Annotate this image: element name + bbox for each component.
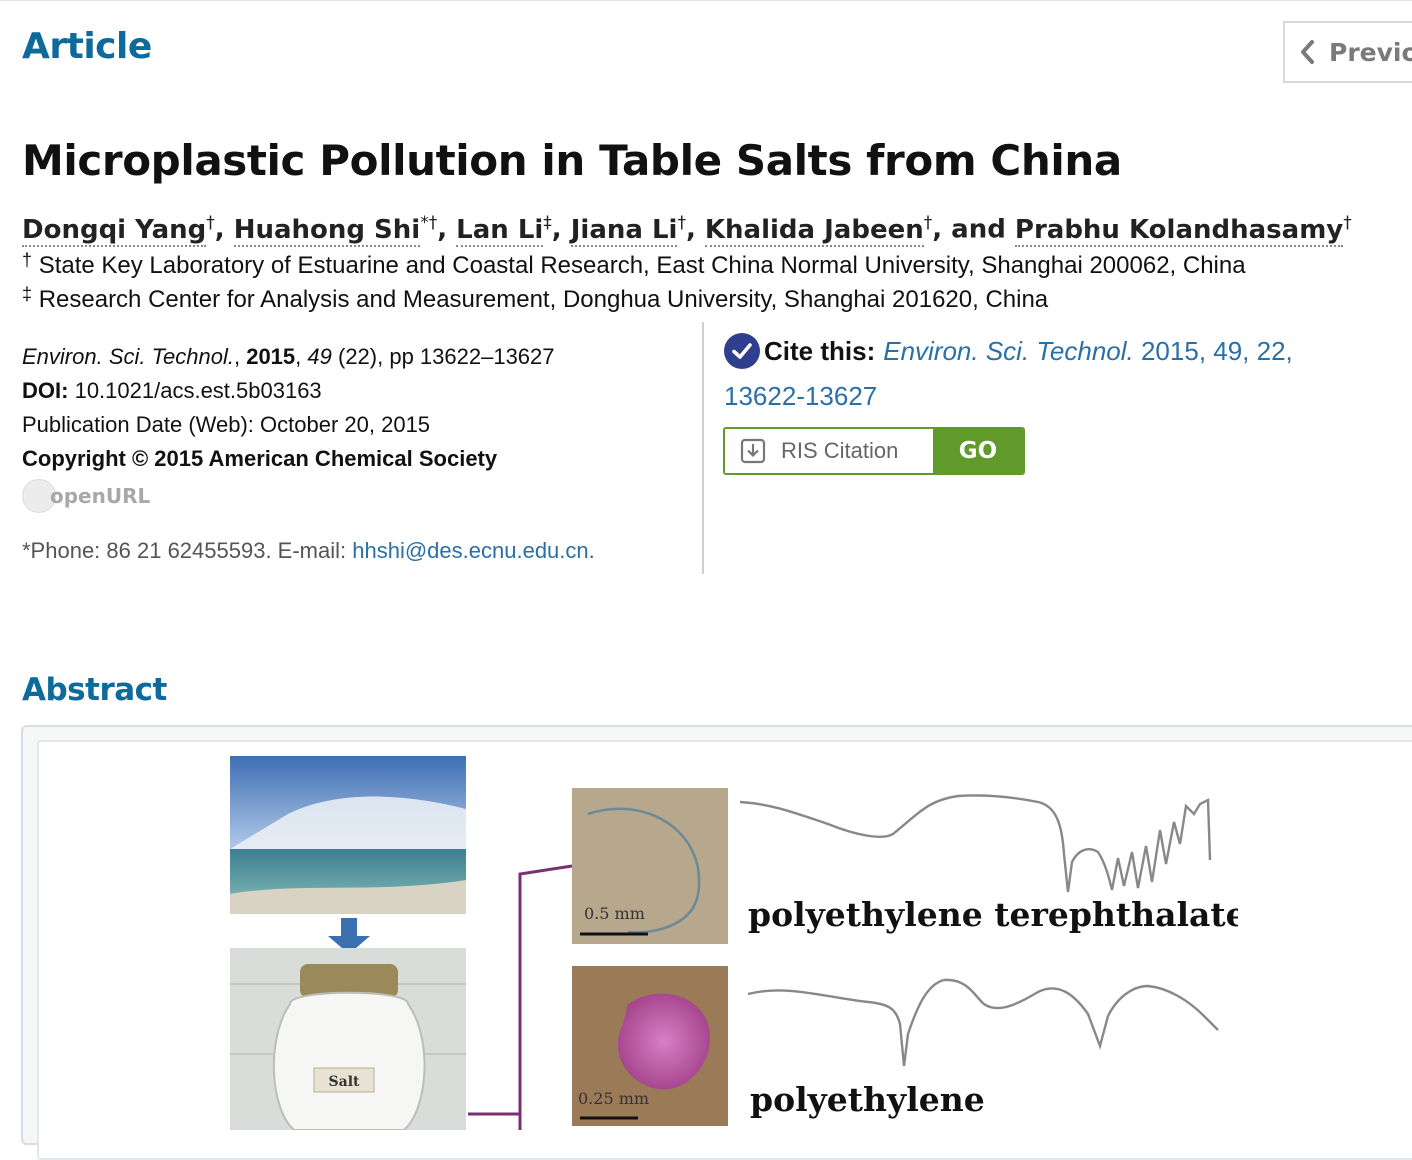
doi-value[interactable]: 10.1021/acs.est.5b03163	[75, 378, 322, 403]
affiliation-mark: †	[1343, 213, 1352, 233]
affiliation-mark: ‡	[543, 213, 552, 233]
go-button[interactable]: GO	[933, 429, 1023, 473]
affiliation-text: State Key Laboratory of Estuarine and Co…	[38, 252, 1246, 279]
top-border	[0, 0, 1412, 1]
checkmark-badge-icon	[724, 333, 760, 369]
cite-value[interactable]: Environ. Sci. Technol. 2015, 49, 22,	[883, 336, 1293, 367]
author-link[interactable]: Prabhu Kolandhasamy	[1014, 214, 1344, 247]
jar-label: Salt	[329, 1074, 361, 1090]
abstract-heading: Abstract	[22, 672, 167, 708]
citation-format-select[interactable]: RIS Citation	[725, 429, 933, 473]
email-link[interactable]: hhshi@des.ecnu.edu.cn	[352, 538, 588, 563]
pe-spectrum-line	[747, 978, 1219, 1067]
pet-particle-photo: 0.5 mm	[572, 788, 728, 944]
pe-label: polyethylene	[750, 1080, 985, 1119]
scale-label: 0.25 mm	[578, 1089, 649, 1108]
publication-meta: Environ. Sci. Technol., 2015, 49 (22), p…	[22, 340, 692, 476]
toc-graphic: Salt 0.5 mm 0.25 mm polyethylene terepht…	[230, 756, 1238, 1130]
previous-label: Previou	[1329, 37, 1412, 67]
beach-photo	[230, 756, 466, 914]
author-link[interactable]: Khalida Jabeen	[704, 214, 924, 247]
pe-particle-photo: 0.25 mm	[572, 966, 728, 1126]
scale-label: 0.5 mm	[584, 904, 645, 923]
article-title: Microplastic Pollution in Table Salts fr…	[22, 136, 1122, 185]
affiliation-mark: †	[22, 250, 33, 270]
column-divider	[702, 322, 704, 574]
cite-pages[interactable]: 13622-13627	[724, 381, 1364, 412]
corresponding-contact: *Phone: 86 21 62455593. E-mail: hhshi@de…	[22, 538, 595, 563]
connector-bracket	[468, 864, 573, 1130]
previous-article-button[interactable]: Previou	[1283, 21, 1412, 83]
chevron-left-icon	[1299, 37, 1321, 67]
author-link[interactable]: Lan Li	[456, 214, 544, 247]
author-link[interactable]: Jiana Li	[570, 214, 678, 247]
affiliation: ‡ Research Center for Analysis and Measu…	[22, 284, 1049, 314]
salt-jar-photo: Salt	[230, 948, 466, 1130]
citation-format-label: RIS Citation	[781, 438, 899, 463]
article-type-heading: Article	[22, 26, 152, 67]
affiliation-mark: †	[923, 213, 933, 233]
cite-this-block: Cite this: Environ. Sci. Technol. 2015, …	[724, 332, 1364, 412]
journal-citation: Environ. Sci. Technol., 2015, 49 (22), p…	[22, 344, 555, 369]
copyright: Copyright © 2015 American Chemical Socie…	[22, 446, 498, 471]
citation-export-control: RIS Citation GO	[723, 427, 1025, 475]
author-link[interactable]: Dongqi Yang	[22, 214, 207, 247]
doi-line: DOI: 10.1021/acs.est.5b03163	[22, 378, 322, 403]
author-link[interactable]: Huahong Shi	[233, 214, 421, 247]
affiliation-text: Research Center for Analysis and Measure…	[38, 286, 1049, 313]
publication-date: Publication Date (Web): October 20, 2015	[22, 412, 431, 437]
pet-spectrum-line	[739, 794, 1212, 893]
affiliation-mark: †	[206, 213, 215, 233]
affiliation: † State Key Laboratory of Estuarine and …	[22, 250, 1246, 280]
affiliation-mark: ‡	[22, 284, 33, 304]
affiliation-mark: *†	[420, 213, 438, 233]
download-icon	[739, 437, 767, 465]
cite-label: Cite this:	[764, 335, 876, 366]
affiliation-mark: †	[677, 213, 686, 233]
openurl-button[interactable]: openURL	[22, 476, 162, 516]
openurl-label: openURL	[50, 484, 151, 508]
author-list: Dongqi Yang†, Huahong Shi*†, Lan Li‡, Ji…	[22, 213, 1352, 247]
pet-label: polyethylene terephthalate	[748, 895, 1238, 934]
